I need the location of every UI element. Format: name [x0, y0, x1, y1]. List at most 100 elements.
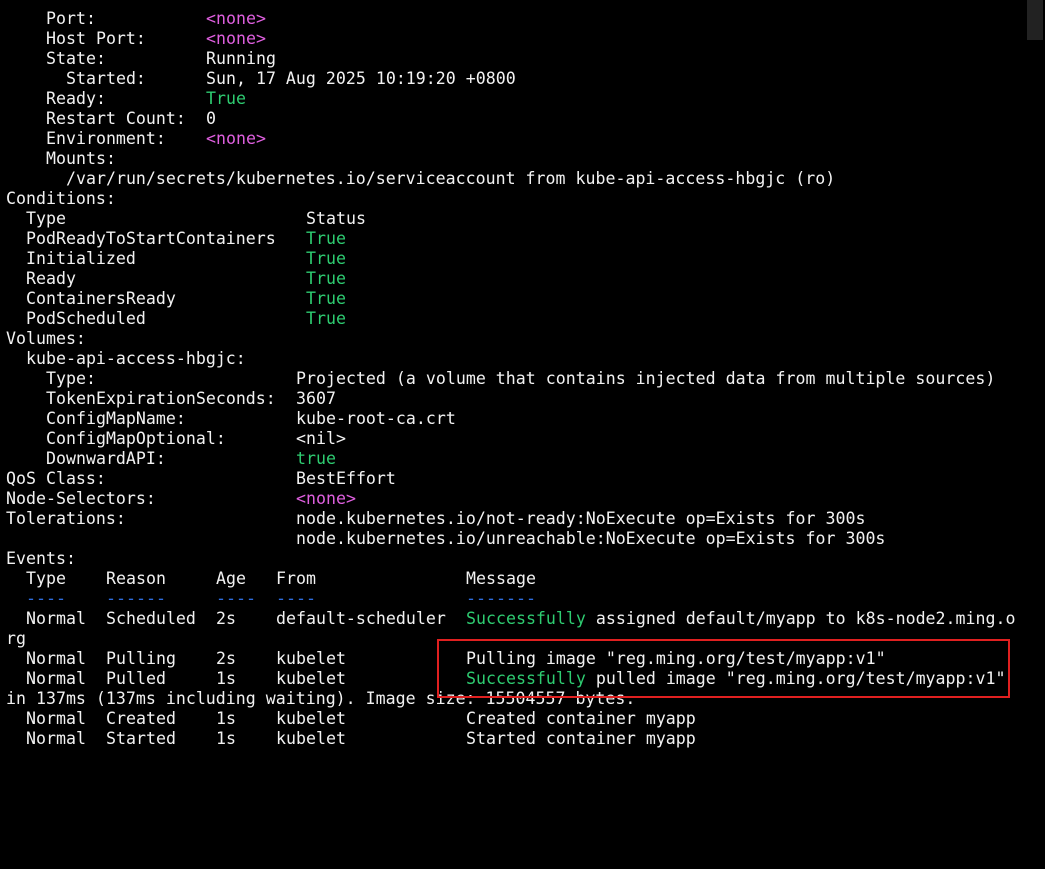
dash-reason: ------	[106, 589, 166, 608]
condition-status: True	[306, 289, 346, 308]
event-row: Normal Scheduled 2s default-scheduler Su…	[6, 609, 1015, 629]
events-col-reason: Reason	[106, 569, 166, 588]
event-from: default-scheduler	[276, 609, 446, 628]
started-line: Started: Sun, 17 Aug 2025 10:19:20 +0800	[6, 69, 516, 89]
event-row: Normal Started 1s kubelet Started contai…	[6, 729, 696, 749]
event-message: Created container myapp	[466, 709, 696, 728]
node-selectors-line: Node-Selectors: <none>	[6, 489, 356, 509]
hostport-value: <none>	[206, 29, 266, 48]
volume-token-value: 3607	[296, 389, 336, 408]
event-from: kubelet	[276, 649, 346, 668]
volume-type-line: Type: Projected (a volume that contains …	[6, 369, 995, 389]
qos-label: QoS Class:	[6, 469, 106, 488]
event-reason: Started	[106, 729, 176, 748]
dash-from: ----	[276, 589, 316, 608]
conditions-header: Type Status	[6, 209, 366, 229]
volume-name: kube-api-access-hbgjc:	[26, 349, 246, 368]
restart-label: Restart Count:	[46, 109, 186, 128]
events-title: Events:	[6, 549, 76, 569]
event-from: kubelet	[276, 669, 346, 688]
mount-path-line: /var/run/secrets/kubernetes.io/serviceac…	[6, 169, 835, 189]
event-row: Normal Created 1s kubelet Created contai…	[6, 709, 696, 729]
volume-cmopt-label: ConfigMapOptional:	[46, 429, 226, 448]
event-reason: Scheduled	[106, 609, 196, 628]
volume-name-line: kube-api-access-hbgjc:	[6, 349, 246, 369]
event-row: Normal Pulled 1s kubelet Successfully pu…	[6, 669, 1005, 689]
event-message-text: assigned default/myapp to k8s-node2.ming…	[585, 609, 1016, 628]
conditions-col-type: Type	[26, 209, 66, 228]
env-value: <none>	[206, 129, 266, 148]
event-from: kubelet	[276, 729, 346, 748]
event-type: Normal	[26, 669, 86, 688]
events-title-text: Events:	[6, 549, 76, 568]
conditions-title-text: Conditions:	[6, 189, 116, 208]
volumes-title: Volumes:	[6, 329, 86, 349]
condition-type: PodScheduled	[26, 309, 146, 328]
event-message-highlight: Successfully	[466, 669, 586, 688]
env-line: Environment: <none>	[6, 129, 266, 149]
events-header: Type Reason Age From Message	[6, 569, 536, 589]
scrollbar-thumb[interactable]	[1027, 0, 1043, 40]
volume-downward-value: true	[296, 449, 336, 468]
ready-label: Ready:	[46, 89, 106, 108]
volume-type-value: Projected (a volume that contains inject…	[296, 369, 996, 388]
volume-downward-label: DownwardAPI:	[46, 449, 166, 468]
toleration-value: node.kubernetes.io/not-ready:NoExecute o…	[296, 509, 866, 528]
events-header-dashes: ---- ------ ---- ---- -------	[6, 589, 536, 609]
dash-type: ----	[26, 589, 66, 608]
event-message: Successfully pulled image "reg.ming.org/…	[466, 669, 1005, 689]
event-message: Successfully assigned default/myapp to k…	[466, 609, 1015, 629]
event-row-wrap: in 137ms (137ms including waiting). Imag…	[6, 689, 635, 709]
mount-path: /var/run/secrets/kubernetes.io/serviceac…	[66, 169, 836, 188]
event-type: Normal	[26, 609, 86, 628]
tolerations-label: Tolerations:	[6, 509, 126, 528]
hostport-label: Host Port:	[46, 29, 146, 48]
event-message-wrap: in 137ms (137ms including waiting). Imag…	[6, 689, 636, 708]
port-label: Port:	[46, 9, 96, 28]
toleration-value: node.kubernetes.io/unreachable:NoExecute…	[296, 529, 886, 548]
qos-line: QoS Class: BestEffort	[6, 469, 396, 489]
node-selectors-value: <none>	[296, 489, 356, 508]
event-type: Normal	[26, 729, 86, 748]
volume-type-label: Type:	[46, 369, 96, 388]
volume-token-line: TokenExpirationSeconds: 3607	[6, 389, 336, 409]
condition-row: PodReadyToStartContainers True	[6, 229, 346, 249]
tolerations-line-2: node.kubernetes.io/unreachable:NoExecute…	[6, 529, 885, 549]
events-col-age: Age	[216, 569, 246, 588]
condition-status: True	[306, 249, 346, 268]
event-type: Normal	[26, 709, 86, 728]
port-value: <none>	[206, 9, 266, 28]
condition-row: Initialized True	[6, 249, 346, 269]
volume-cmopt-line: ConfigMapOptional: <nil>	[6, 429, 346, 449]
condition-status: True	[306, 269, 346, 288]
ready-line: Ready: True	[6, 89, 246, 109]
dash-age: ----	[216, 589, 256, 608]
conditions-title: Conditions:	[6, 189, 116, 209]
condition-row: ContainersReady True	[6, 289, 346, 309]
qos-value: BestEffort	[296, 469, 396, 488]
condition-row: PodScheduled True	[6, 309, 346, 329]
volume-token-label: TokenExpirationSeconds:	[46, 389, 276, 408]
started-value: Sun, 17 Aug 2025 10:19:20 +0800	[206, 69, 516, 88]
state-line: State: Running	[6, 49, 276, 69]
volume-cmopt-value: <nil>	[296, 429, 346, 448]
scrollbar[interactable]	[1025, 0, 1045, 755]
event-reason: Pulled	[106, 669, 166, 688]
event-age: 1s	[216, 709, 236, 728]
condition-type: Initialized	[26, 249, 136, 268]
event-reason: Created	[106, 709, 176, 728]
condition-row: Ready True	[6, 269, 346, 289]
volume-cmname-label: ConfigMapName:	[46, 409, 186, 428]
condition-status: True	[306, 309, 346, 328]
event-reason: Pulling	[106, 649, 176, 668]
tolerations-line: Tolerations: node.kubernetes.io/not-read…	[6, 509, 865, 529]
event-age: 1s	[216, 669, 236, 688]
event-age: 2s	[216, 609, 236, 628]
event-message-highlight: Successfully	[466, 609, 586, 628]
mounts-line: Mounts:	[6, 149, 116, 169]
event-message: Pulling image "reg.ming.org/test/myapp:v…	[466, 649, 886, 668]
volume-cmname-value: kube-root-ca.crt	[296, 409, 456, 428]
node-selectors-label: Node-Selectors:	[6, 489, 156, 508]
events-col-type: Type	[26, 569, 66, 588]
event-message-text: pulled image "reg.ming.org/test/myapp:v1…	[585, 669, 1006, 688]
